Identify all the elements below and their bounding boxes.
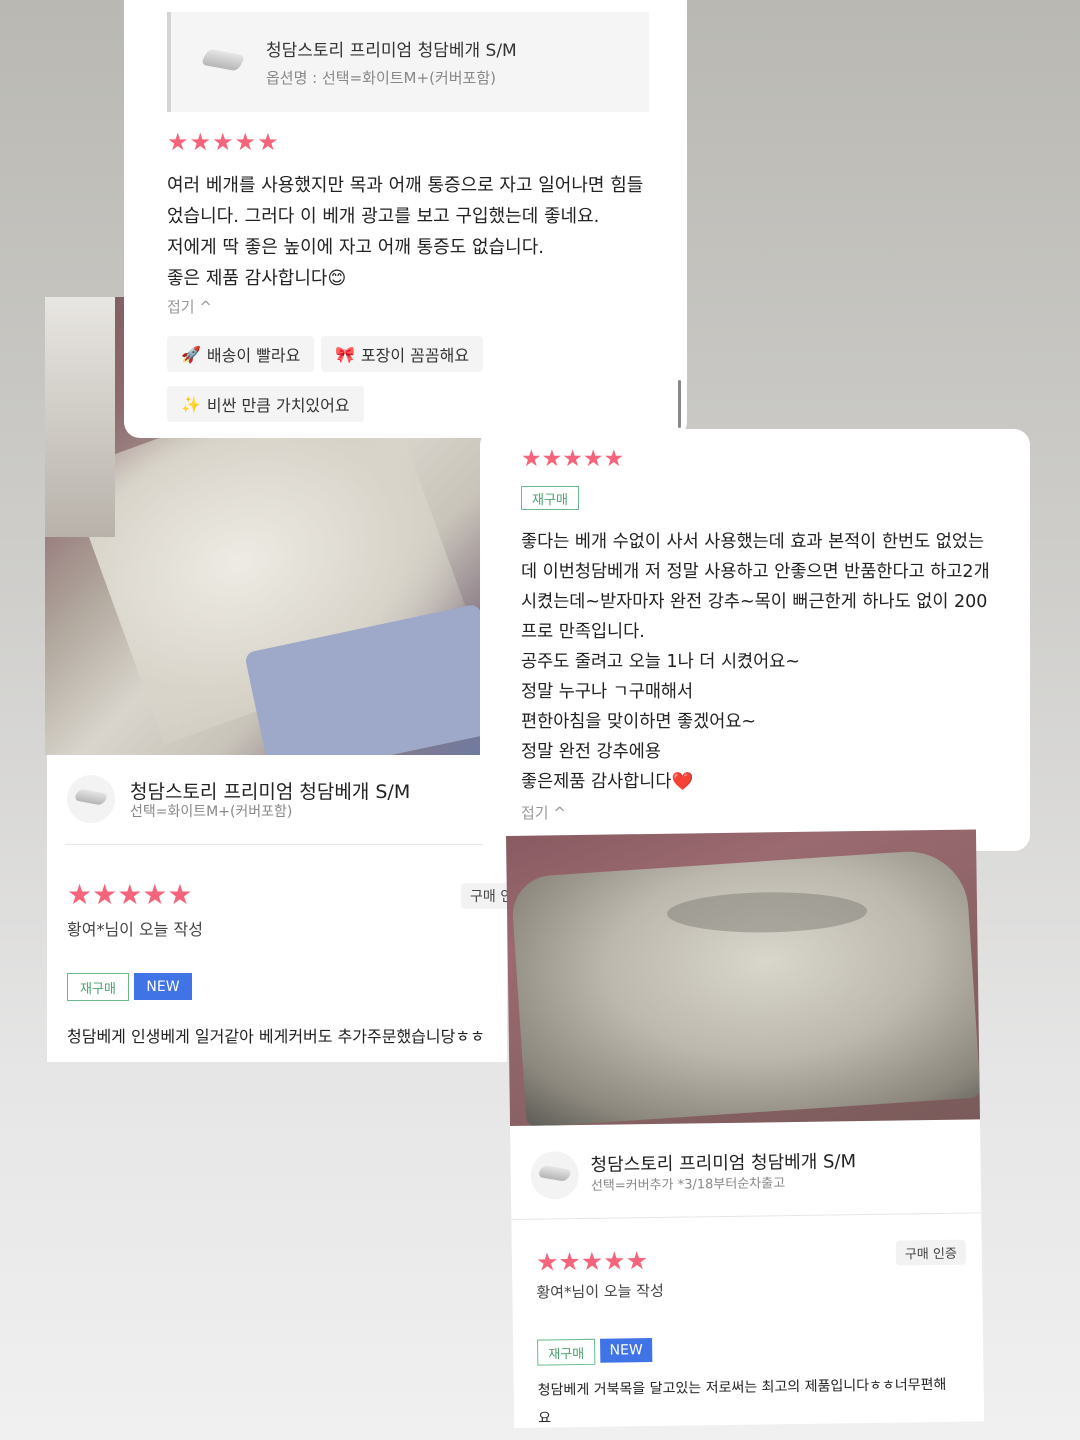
product-box[interactable]: 청담스토리 프리미엄 청담베개 S/M 옵션명 : 선택=화이트M+(커버포함) — [167, 12, 649, 112]
divider — [65, 844, 505, 845]
review-card-3: 청담스토리 프리미엄 청담베개 S/M 선택=화이트M+(커버포함) ★★★★★… — [47, 755, 535, 1062]
rocket-icon: 🚀 — [181, 344, 201, 364]
review-card-4: 청담스토리 프리미엄 청담베개 S/M 선택=커버추가 *3/18부터순차출고 … — [506, 829, 985, 1428]
collapse-link[interactable]: 접기 ^ — [521, 802, 566, 823]
rating-stars: ★★★★★ — [167, 128, 280, 156]
rating-stars: ★★★★★ — [521, 446, 625, 472]
collapse-link[interactable]: 접기 ^ — [167, 296, 212, 317]
product-title: 청담스토리 프리미엄 청담베개 S/M — [130, 781, 411, 803]
product-thumbnail — [67, 775, 115, 823]
ribbon-icon: 🎀 — [335, 344, 355, 364]
product-title: 청담스토리 프리미엄 청담베개 S/M — [266, 41, 517, 61]
sparkle-icon: ✨ — [181, 394, 201, 414]
rating-stars: ★★★★★ — [67, 878, 193, 911]
product-thumbnail — [199, 42, 249, 82]
tag-fast-delivery: 🚀 배송이 빨라요 — [167, 336, 315, 372]
review-text: 청담베게 거북목을 달고있는 저로써는 최고의 제품입니다ㅎㅎ너무편해 요 — [537, 1376, 947, 1427]
repurchase-badge: 재구매 — [537, 1338, 596, 1366]
tag-neat-packaging: 🎀 포장이 꼼꼼해요 — [321, 336, 484, 372]
review-photo-pillow[interactable] — [506, 829, 981, 1126]
product-option: 선택=화이트M+(커버포함) — [130, 804, 293, 820]
rating-stars: ★★★★★ — [535, 1246, 649, 1277]
author-date: 황여*님이 오늘 작성 — [67, 920, 203, 939]
product-option: 옵션명 : 선택=화이트M+(커버포함) — [266, 69, 496, 87]
repurchase-badge: 재구매 — [521, 486, 579, 510]
new-badge: NEW — [134, 973, 192, 1000]
review-text: 좋다는 베개 수없이 사서 사용했는데 효과 본적이 한번도 없었는 데 이번청… — [521, 532, 990, 792]
review-text: 여러 베개를 사용했지만 목과 어깨 통증으로 자고 일어나면 힘들 었습니다.… — [167, 175, 644, 289]
new-badge: NEW — [600, 1338, 653, 1363]
review-text: 청담베게 인생베게 일거같아 베게커버도 추가주문했습니당ㅎㅎ — [67, 1027, 485, 1046]
divider — [511, 1212, 982, 1220]
review-card-2: ★★★★★ 재구매 좋다는 베개 수없이 사서 사용했는데 효과 본적이 한번도… — [480, 429, 1030, 851]
tag-worth-price: ✨ 비싼 만큼 가치있어요 — [167, 386, 364, 422]
verified-badge: 구매 인증 — [895, 1239, 967, 1266]
scrollbar[interactable] — [678, 380, 681, 428]
repurchase-badge: 재구매 — [67, 973, 129, 1001]
product-option: 선택=커버추가 *3/18부터순차출고 — [590, 1176, 786, 1194]
review-card-1: 청담스토리 프리미엄 청담베개 S/M 옵션명 : 선택=화이트M+(커버포함)… — [124, 0, 687, 438]
author-date: 황여*님이 오늘 작성 — [536, 1281, 664, 1302]
product-thumbnail — [530, 1151, 580, 1200]
